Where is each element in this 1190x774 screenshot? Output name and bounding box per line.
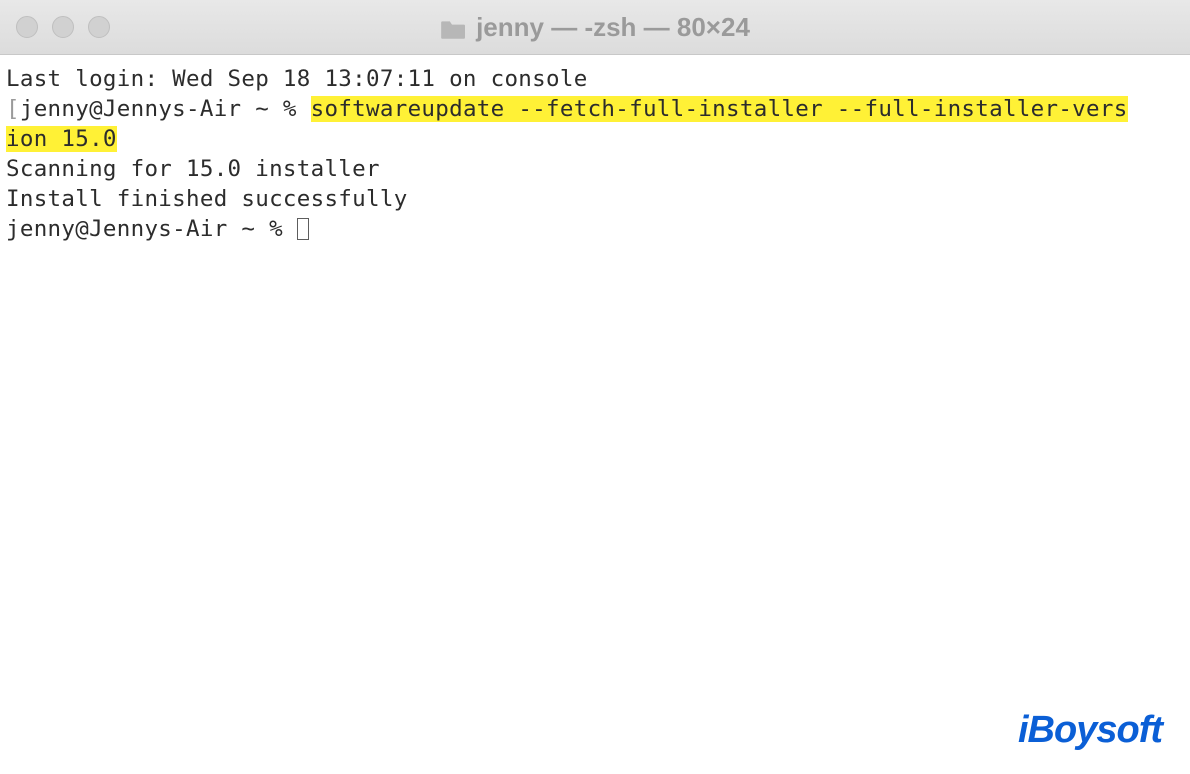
maximize-button[interactable] xyxy=(88,16,110,38)
terminal-output[interactable]: Last login: Wed Sep 18 13:07:11 on conso… xyxy=(0,55,1190,255)
output-install-finished: Install finished successfully xyxy=(6,186,408,212)
close-button[interactable] xyxy=(16,16,38,38)
last-login-line: Last login: Wed Sep 18 13:07:11 on conso… xyxy=(6,66,588,92)
prompt-user-host: jenny@Jennys-Air ~ % xyxy=(20,96,311,122)
minimize-button[interactable] xyxy=(52,16,74,38)
watermark-logo: iBoysoft xyxy=(1018,709,1162,752)
window-title-area: jenny — -zsh — 80×24 xyxy=(440,12,750,43)
window-title: jenny — -zsh — 80×24 xyxy=(476,12,750,43)
prompt-user-host-2: jenny@Jennys-Air ~ % xyxy=(6,216,297,242)
folder-icon xyxy=(440,16,466,38)
highlighted-command-part2: ion 15.0 xyxy=(6,126,117,152)
window-titlebar: jenny — -zsh — 80×24 xyxy=(0,0,1190,55)
terminal-cursor xyxy=(297,218,309,240)
highlighted-command-part1: softwareupdate --fetch-full-installer --… xyxy=(311,96,1128,122)
window-controls xyxy=(16,16,110,38)
prompt-bracket: [ xyxy=(6,96,20,122)
output-scanning: Scanning for 15.0 installer xyxy=(6,156,380,182)
